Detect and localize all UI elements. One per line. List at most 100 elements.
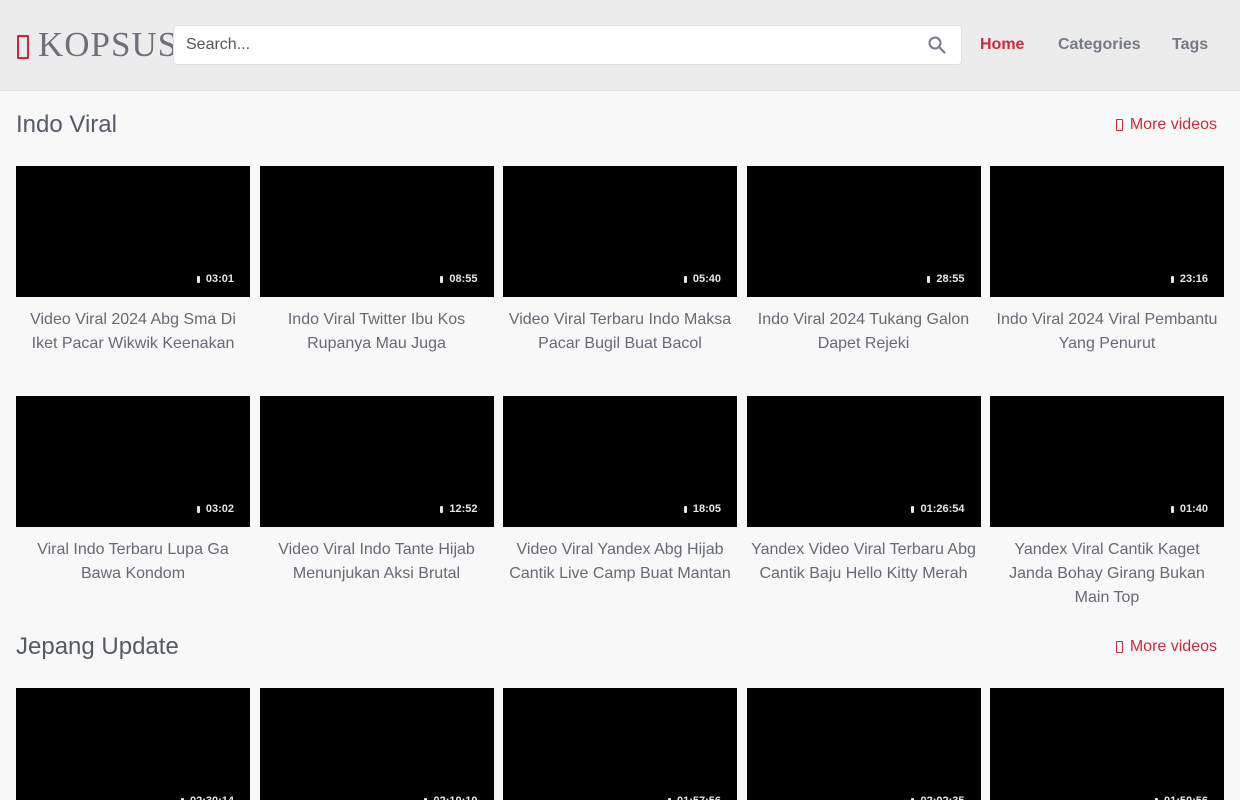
video-thumbnail[interactable]: 05:40 [503, 166, 737, 297]
clock-icon [911, 505, 915, 513]
video-card[interactable]: 02:10:10 [259, 688, 494, 800]
more-videos-link[interactable]: More videos [1115, 638, 1217, 656]
site-logo[interactable]: KOPSUS [16, 25, 178, 65]
search-icon[interactable] [927, 35, 947, 55]
clock-icon [1170, 275, 1174, 283]
video-duration: 03:02 [196, 503, 234, 515]
video-thumbnail[interactable]: 08:55 [259, 166, 494, 297]
video-card[interactable]: 02:02:35 [746, 688, 981, 800]
video-title[interactable]: Viral Indo Terbaru Lupa Ga Bawa Kondom [16, 538, 250, 586]
duration-text: 18:05 [692, 503, 721, 515]
clock-icon [196, 505, 200, 513]
more-videos-link[interactable]: More videos [1115, 116, 1217, 134]
video-card[interactable]: 28:55 Indo Viral 2024 Tukang Galon Dapet … [746, 166, 981, 356]
clock-icon [683, 505, 687, 513]
video-card[interactable]: 05:40 Video Viral Terbaru Indo Maksa Paca… [503, 166, 737, 356]
video-thumbnail[interactable]: 18:05 [503, 396, 737, 527]
video-title[interactable]: Indo Viral Twitter Ibu Kos Rupanya Mau J… [260, 308, 494, 356]
video-title[interactable]: Indo Viral 2024 Tukang Galon Dapet Rejek… [747, 308, 981, 356]
video-duration: 28:55 [927, 273, 965, 285]
video-thumbnail[interactable]: 01:57:56 [503, 688, 737, 800]
duration-text: 05:40 [692, 273, 721, 285]
video-duration: 05:40 [683, 273, 721, 285]
video-duration: 23:16 [1170, 273, 1208, 285]
video-thumbnail[interactable]: 02:30:14 [16, 688, 250, 800]
video-thumbnail[interactable]: 03:02 [16, 396, 250, 527]
duration-text: 01:26:54 [920, 503, 965, 515]
nav-home[interactable]: Home [980, 25, 1024, 65]
duration-text: 01:40 [1179, 503, 1208, 515]
more-videos-label: More videos [1129, 638, 1217, 655]
duration-text: 01:57:56 [677, 795, 721, 800]
video-title[interactable]: Video Viral Yandex Abg Hijab Cantik Live… [503, 538, 737, 586]
video-title[interactable]: Indo Viral 2024 Viral Pembantu Yang Penu… [990, 308, 1224, 356]
video-thumbnail[interactable]: 02:02:35 [746, 688, 981, 800]
tv-icon [1115, 641, 1123, 653]
duration-text: 03:02 [205, 503, 234, 515]
video-grid: 02:30:14 02:10:10 01:57:56 02:02:35 01:50:56 [16, 688, 1224, 800]
duration-text: 12:52 [449, 503, 478, 515]
video-card[interactable]: 12:52 Video Viral Indo Tante Hijab Menunj… [259, 396, 494, 586]
nav-tags[interactable]: Tags [1172, 25, 1208, 65]
clock-icon [927, 275, 931, 283]
video-thumbnail[interactable]: 01:40 [990, 396, 1224, 527]
video-title[interactable]: Yandex Viral Cantik Kaget Janda Bohay Gi… [990, 538, 1224, 606]
section-title: Jepang Update [16, 633, 179, 660]
nav-categories[interactable]: Categories [1058, 25, 1141, 65]
section-title: Indo Viral [16, 111, 117, 138]
video-thumbnail[interactable]: 28:55 [746, 166, 981, 297]
video-title[interactable]: Video Viral 2024 Abg Sma Di Iket Pacar W… [16, 308, 250, 356]
duration-text: 28:55 [936, 273, 965, 285]
duration-text: 02:10:10 [433, 795, 477, 800]
video-duration: 08:55 [440, 273, 478, 285]
duration-text: 08:55 [449, 273, 478, 285]
video-duration: 12:52 [440, 503, 478, 515]
duration-text: 02:30:14 [190, 795, 234, 800]
logo-text: KOPSUS [38, 25, 179, 64]
video-card[interactable]: 01:50:56 [990, 688, 1224, 800]
video-thumbnail[interactable]: 03:01 [16, 166, 250, 297]
video-card[interactable]: 08:55 Indo Viral Twitter Ibu Kos Rupanya … [259, 166, 494, 356]
video-duration: 18:05 [683, 503, 721, 515]
video-card[interactable]: 03:01 Video Viral 2024 Abg Sma Di Iket Pa… [16, 166, 250, 356]
duration-text: 01:50:56 [1164, 795, 1208, 800]
video-duration: 01:57:56 [667, 795, 721, 800]
video-duration: 02:10:10 [424, 795, 478, 800]
video-thumbnail[interactable]: 01:50:56 [990, 688, 1224, 800]
video-card[interactable]: 02:30:14 [16, 688, 250, 800]
clock-icon [196, 275, 200, 283]
search-input[interactable] [186, 26, 906, 64]
video-duration: 02:30:14 [180, 795, 234, 800]
video-card[interactable]: 01:40 Yandex Viral Cantik Kaget Janda Boh… [990, 396, 1224, 606]
duration-text: 03:01 [205, 273, 234, 285]
clock-icon [440, 275, 444, 283]
tv-icon [16, 32, 29, 59]
video-thumbnail[interactable]: 23:16 [990, 166, 1224, 297]
video-card[interactable]: 23:16 Indo Viral 2024 Viral Pembantu Yang… [990, 166, 1224, 356]
video-grid: 03:01 Video Viral 2024 Abg Sma Di Iket Pa… [16, 166, 1224, 606]
search-bar [173, 25, 962, 65]
duration-text: 23:16 [1179, 273, 1208, 285]
video-duration: 01:26:54 [911, 503, 965, 515]
clock-icon [683, 275, 687, 283]
video-card[interactable]: 01:57:56 [503, 688, 737, 800]
video-title[interactable]: Yandex Video Viral Terbaru Abg Cantik Ba… [747, 538, 981, 586]
more-videos-label: More videos [1129, 116, 1217, 133]
video-thumbnail[interactable]: 02:10:10 [259, 688, 494, 800]
video-duration: 03:01 [196, 273, 234, 285]
video-card[interactable]: 18:05 Video Viral Yandex Abg Hijab Cantik… [503, 396, 737, 586]
duration-text: 02:02:35 [920, 795, 964, 800]
clock-icon [1170, 505, 1174, 513]
video-card[interactable]: 03:02 Viral Indo Terbaru Lupa Ga Bawa Kon… [16, 396, 250, 586]
clock-icon [440, 505, 444, 513]
video-duration: 01:40 [1170, 503, 1208, 515]
video-title[interactable]: Video Viral Indo Tante Hijab Menunjukan … [260, 538, 494, 586]
tv-icon [1115, 119, 1123, 131]
site-header: KOPSUS Home Categories Tags [0, 0, 1240, 91]
video-title[interactable]: Video Viral Terbaru Indo Maksa Pacar Bug… [503, 308, 737, 356]
video-duration: 02:02:35 [911, 795, 965, 800]
video-card[interactable]: 01:26:54 Yandex Video Viral Terbaru Abg C… [746, 396, 981, 586]
video-thumbnail[interactable]: 01:26:54 [746, 396, 981, 527]
video-duration: 01:50:56 [1154, 795, 1208, 800]
video-thumbnail[interactable]: 12:52 [259, 396, 494, 527]
